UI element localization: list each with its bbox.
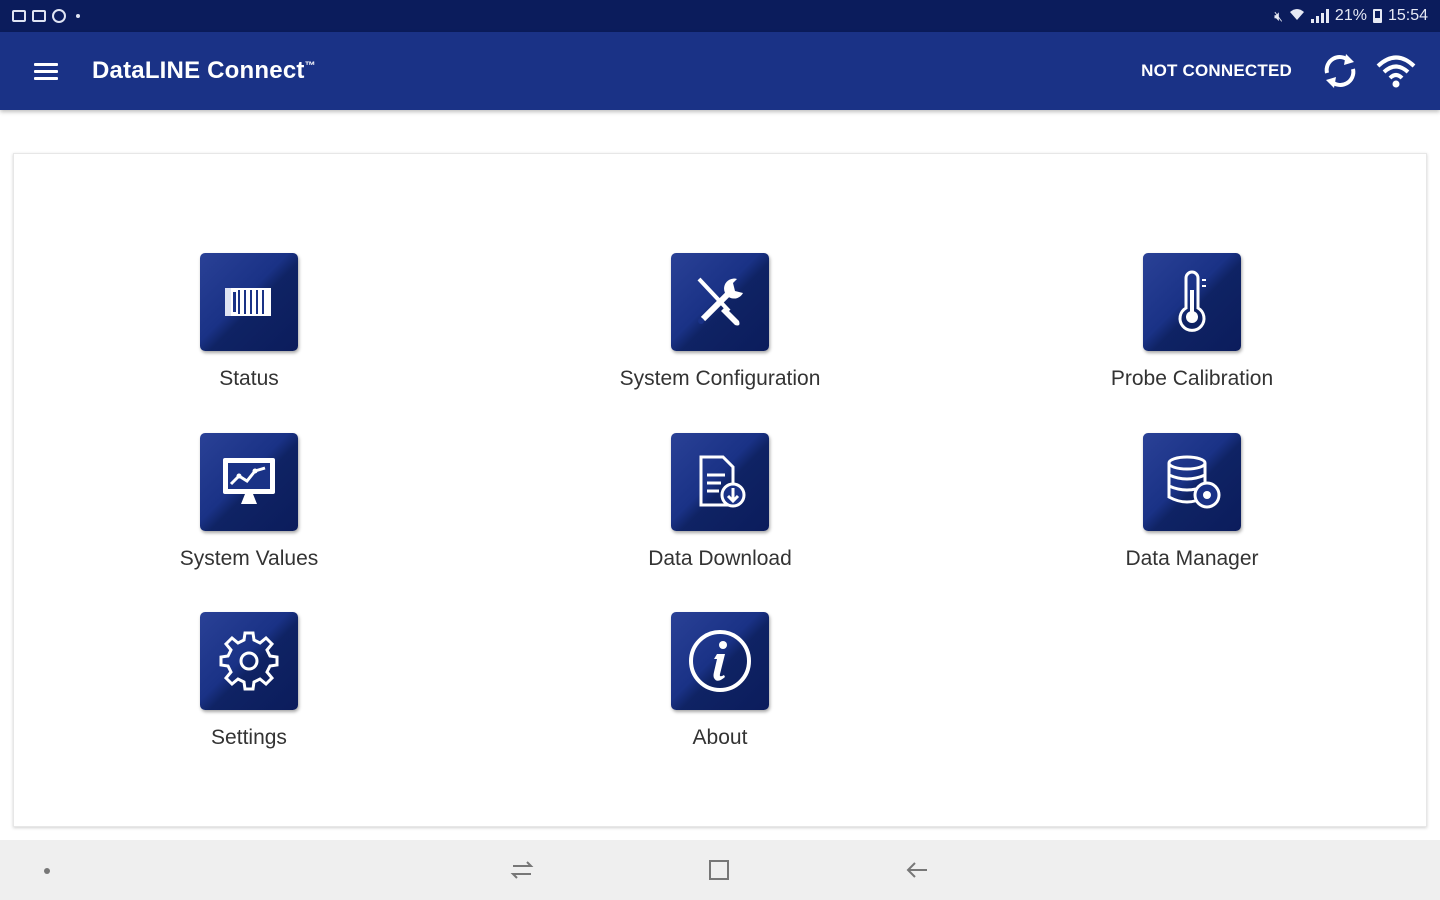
- trademark-symbol: ™: [304, 60, 316, 72]
- nav-dot-icon: [44, 868, 50, 874]
- tile-status[interactable]: Status: [99, 253, 399, 403]
- sync-icon: [1324, 54, 1356, 88]
- tile-system-configuration-button[interactable]: [671, 253, 769, 351]
- tile-system-configuration-label: System Configuration: [619, 367, 821, 390]
- tile-about[interactable]: About: [570, 612, 870, 762]
- hamburger-line: [34, 76, 58, 80]
- home-button[interactable]: [705, 856, 733, 884]
- back-button[interactable]: [903, 856, 931, 884]
- wifi-icon: [1376, 55, 1416, 88]
- document-download-icon: [699, 455, 746, 508]
- tile-data-download-label: Data Download: [648, 547, 792, 570]
- tile-data-manager-button[interactable]: [1143, 433, 1241, 531]
- app-bar: DataLINE Connect™ NOT CONNECTED: [0, 32, 1440, 110]
- system-nav-bar: [0, 840, 1440, 900]
- tile-system-values[interactable]: System Values: [99, 433, 399, 583]
- mute-icon: 🔇︎: [1274, 7, 1283, 24]
- notification-icons: [12, 9, 80, 23]
- tile-system-configuration[interactable]: System Configuration: [570, 253, 870, 403]
- tile-about-label: About: [692, 726, 748, 749]
- hamburger-line: [34, 69, 58, 73]
- back-arrow-icon: [906, 862, 927, 878]
- container-icon: [225, 288, 271, 316]
- connection-status: NOT CONNECTED: [1141, 61, 1292, 80]
- tile-data-manager[interactable]: Data Manager: [1042, 433, 1342, 583]
- gallery-notification-icon: [12, 10, 26, 22]
- app-title-text: DataLINE Connect: [92, 57, 305, 84]
- wifi-signal-icon: [1289, 7, 1305, 26]
- home-icon: [709, 860, 729, 880]
- tile-status-button[interactable]: [200, 253, 298, 351]
- tile-system-values-label: System Values: [179, 547, 319, 570]
- hamburger-icon: [34, 62, 58, 66]
- recent-apps-button[interactable]: [508, 856, 536, 884]
- menu-button[interactable]: [0, 32, 92, 110]
- tile-status-label: Status: [219, 367, 279, 390]
- tile-probe-calibration-label: Probe Calibration: [1110, 367, 1274, 390]
- sync-button[interactable]: [1314, 45, 1366, 97]
- tile-data-download[interactable]: Data Download: [570, 433, 870, 583]
- cell-signal-icon: [1310, 9, 1329, 23]
- menu-card: Status System Configuration Probe Calibr: [13, 153, 1427, 827]
- monitor-chart-icon: [223, 458, 275, 504]
- tile-probe-calibration[interactable]: Probe Calibration: [1042, 253, 1342, 403]
- tools-icon: [697, 277, 743, 326]
- tile-settings[interactable]: Settings: [99, 612, 399, 762]
- wifi-button[interactable]: [1370, 45, 1422, 97]
- tile-about-button[interactable]: [671, 612, 769, 710]
- thermometer-icon: [1178, 270, 1206, 332]
- tile-system-values-button[interactable]: [200, 433, 298, 531]
- tile-settings-label: Settings: [211, 726, 287, 749]
- app-notification-icon: [52, 9, 66, 23]
- system-indicators: 🔇︎ 21% 15:54: [1274, 7, 1428, 26]
- database-gear-icon: [1167, 455, 1221, 509]
- app-title: DataLINE Connect™: [92, 57, 316, 85]
- app-bar-actions: NOT CONNECTED: [1141, 32, 1440, 110]
- info-icon: [689, 630, 751, 692]
- more-notifications-icon: [76, 14, 80, 18]
- battery-percent: 21%: [1334, 7, 1367, 24]
- recent-apps-icon: [510, 861, 534, 879]
- clock: 15:54: [1387, 7, 1428, 24]
- status-bar: 🔇︎ 21% 15:54: [0, 0, 1440, 32]
- tile-data-download-button[interactable]: [671, 433, 769, 531]
- message-notification-icon: [32, 10, 46, 22]
- tile-probe-calibration-button[interactable]: [1143, 253, 1241, 351]
- gear-icon: [219, 631, 279, 691]
- tile-settings-button[interactable]: [200, 612, 298, 710]
- battery-icon: [1372, 9, 1382, 23]
- tile-data-manager-label: Data Manager: [1125, 547, 1259, 570]
